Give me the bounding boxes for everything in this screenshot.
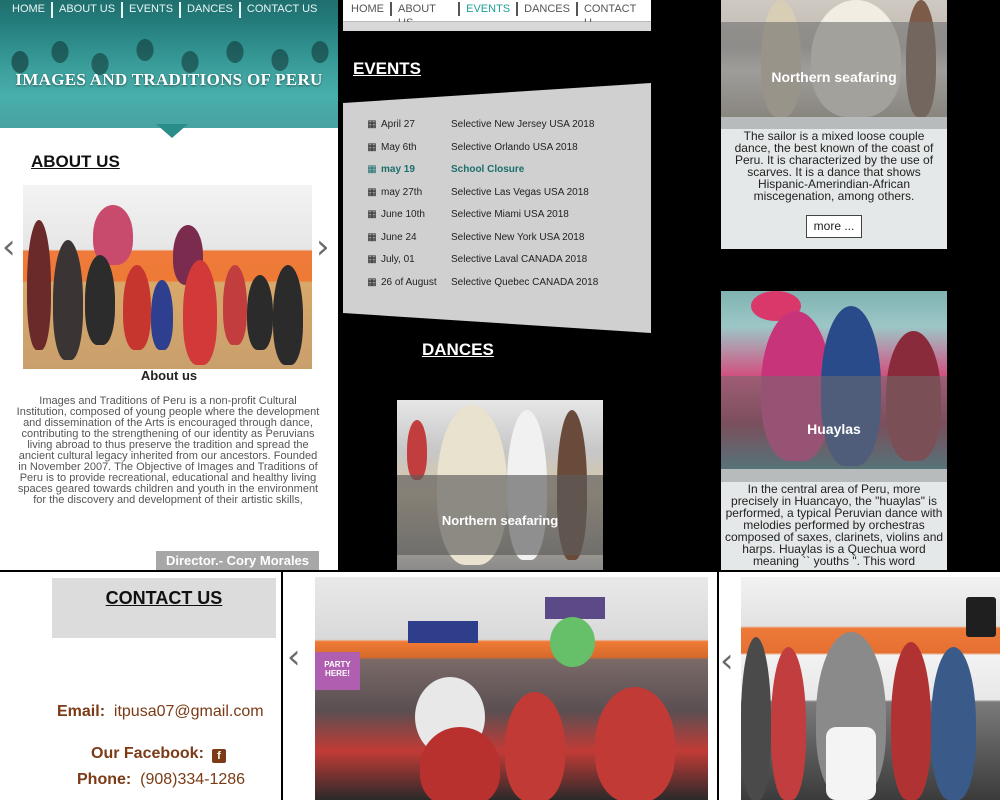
events-panel: HOME ABOUT US EVENTS DANCES CONTACT U EV… xyxy=(343,0,651,570)
event-date: ▦ 26 of August xyxy=(367,276,437,288)
dance-card-huaylas-text: In the central area of Peru, more precis… xyxy=(724,482,944,568)
more-button[interactable]: more ... xyxy=(806,215,862,238)
facebook-icon[interactable]: f xyxy=(211,749,226,763)
event-title[interactable]: Selective New York USA 2018 xyxy=(451,232,584,243)
phone-label: Phone: xyxy=(77,771,132,788)
nav-about[interactable]: ABOUT US xyxy=(392,2,461,29)
calendar-icon: ▦ xyxy=(367,254,377,265)
gallery-banner-1 xyxy=(408,621,478,643)
dances-heading: DANCES xyxy=(422,340,494,359)
event-title[interactable]: Selective Orlando USA 2018 xyxy=(451,142,578,153)
about-next-arrow[interactable]: › xyxy=(316,230,330,264)
calendar-icon: ▦ xyxy=(367,231,377,243)
dance-card-huaylas-bar xyxy=(721,469,947,482)
contact-heading: CONTACT US xyxy=(105,588,223,608)
about-description: Images and Traditions of Peru is a non-p… xyxy=(16,395,320,506)
email-link[interactable]: itpusa07@gmail.com xyxy=(114,703,264,720)
about-prev-arrow[interactable]: ‹ xyxy=(2,230,16,264)
event-date-text: may 19 xyxy=(381,164,415,175)
event-date-text: May 6th xyxy=(381,141,417,153)
dance-card-marinera-title: Northern seafaring xyxy=(721,22,947,117)
gallery-panel: PARTY HERE! ‹ ‹ xyxy=(283,572,717,800)
event-row: ▦ April 27 Selective New Jersey USA 2018 xyxy=(367,119,647,133)
email-label: Email: xyxy=(57,703,106,720)
event-date-text: 26 of August xyxy=(381,276,437,288)
site-title: IMAGES AND TRADITIONS OF PERU xyxy=(15,70,323,89)
event-title[interactable]: Selective New Jersey USA 2018 xyxy=(451,119,594,130)
event-date: ▦ July, 01 xyxy=(367,254,415,265)
event-date: ▦ April 27 xyxy=(367,119,415,130)
event-date-text: April 27 xyxy=(381,119,415,130)
event-title[interactable]: School Closure xyxy=(451,164,524,175)
event-row: ▦ July, 01 Selective Laval CANADA 2018 xyxy=(367,254,647,268)
event-row: ▦ June 10th Selective Miami USA 2018 xyxy=(367,209,647,223)
nav-events[interactable]: EVENTS xyxy=(123,2,182,18)
facebook-label: Our Facebook: xyxy=(91,745,204,762)
calendar-icon: ▦ xyxy=(367,276,377,288)
event-row: ▦ June 24 Selective New York USA 2018 xyxy=(367,232,647,246)
about-panel: HOME ABOUT US EVENTS DANCES CONTACT US I… xyxy=(0,0,338,570)
calendar-icon: ▦ xyxy=(367,209,377,220)
nav-dances[interactable]: DANCES xyxy=(518,2,578,16)
event-date-text: may 27th xyxy=(381,186,423,198)
nav-about[interactable]: ABOUT US xyxy=(53,2,124,18)
director-badge: Director.- Cory Morales xyxy=(156,551,319,570)
dance-preview-caption: Northern seafaring xyxy=(397,475,603,555)
nav-home[interactable]: HOME xyxy=(6,2,53,18)
event-title[interactable]: Selective Miami USA 2018 xyxy=(451,209,569,220)
contact-panel: CONTACT US Email: itpusa07@gmail.com Our… xyxy=(0,572,281,800)
email-line: Email: itpusa07@gmail.com xyxy=(57,703,264,721)
event-date-text: June 10th xyxy=(381,209,425,220)
event-row: ▦ 26 of August Selective Quebec CANADA 201… xyxy=(367,277,647,291)
facebook-line: Our Facebook: f xyxy=(91,745,226,763)
nav-home[interactable]: HOME xyxy=(345,2,392,16)
group-photo-image xyxy=(741,577,1000,800)
gallery-prev-arrow[interactable]: ‹ xyxy=(287,640,301,674)
hero-notch xyxy=(156,124,188,138)
calendar-icon: ▦ xyxy=(367,186,377,198)
event-date: ▦ May 6th xyxy=(367,141,417,153)
nav-underbar xyxy=(343,22,651,31)
nav-events-active[interactable]: EVENTS xyxy=(460,2,519,16)
gallery-event-image: PARTY HERE! xyxy=(315,577,708,800)
events-nav: HOME ABOUT US EVENTS DANCES CONTACT U xyxy=(343,0,651,29)
dance-card-marinera-text: The sailor is a mixed loose couple dance… xyxy=(734,129,934,203)
event-row: ▦ may 27th Selective Las Vegas USA 2018 xyxy=(367,187,647,201)
calendar-icon: ▦ xyxy=(367,164,377,175)
main-nav: HOME ABOUT US EVENTS DANCES CONTACT US xyxy=(6,2,323,18)
dances-panel: Northern seafaring The sailor is a mixed… xyxy=(655,0,1000,570)
dance-card-huaylas-title: Huaylas xyxy=(721,376,947,469)
phone-number[interactable]: (908)334-1286 xyxy=(140,771,245,788)
events-heading: EVENTS xyxy=(353,59,422,78)
nav-contact[interactable]: CONTACT US xyxy=(241,2,324,18)
photo-panel: ‹ xyxy=(719,572,1000,800)
photo-prev-arrow[interactable]: ‹ xyxy=(720,644,734,678)
event-date: ▦ June 24 xyxy=(367,231,417,243)
hero-banner: HOME ABOUT US EVENTS DANCES CONTACT US I… xyxy=(0,0,338,128)
event-title[interactable]: Selective Las Vegas USA 2018 xyxy=(451,187,589,198)
party-sign: PARTY HERE! xyxy=(315,652,360,690)
event-title[interactable]: Selective Laval CANADA 2018 xyxy=(451,254,587,265)
event-date: ▦ may 19 xyxy=(367,164,415,175)
event-date: ▦ may 27th xyxy=(367,187,422,198)
about-slide-image xyxy=(23,185,312,369)
gallery-banner-2 xyxy=(545,597,605,619)
dance-card-marinera-bar xyxy=(721,117,947,129)
event-date-text: July, 01 xyxy=(381,254,415,265)
event-title[interactable]: Selective Quebec CANADA 2018 xyxy=(451,277,598,288)
calendar-icon: ▦ xyxy=(367,119,377,130)
about-caption: About us xyxy=(140,368,198,383)
about-heading: ABOUT US xyxy=(31,152,120,171)
event-date: ▦ June 10th xyxy=(367,209,425,220)
event-row: ▦ may 19 School Closure xyxy=(367,164,647,178)
nav-contact[interactable]: CONTACT U xyxy=(578,2,651,29)
event-date-text: June 24 xyxy=(381,231,417,243)
event-row: ▦ May 6th Selective Orlando USA 2018 xyxy=(367,142,647,156)
nav-dances[interactable]: DANCES xyxy=(181,2,241,18)
calendar-icon: ▦ xyxy=(367,141,377,153)
phone-line: Phone: (908)334-1286 xyxy=(77,771,245,789)
